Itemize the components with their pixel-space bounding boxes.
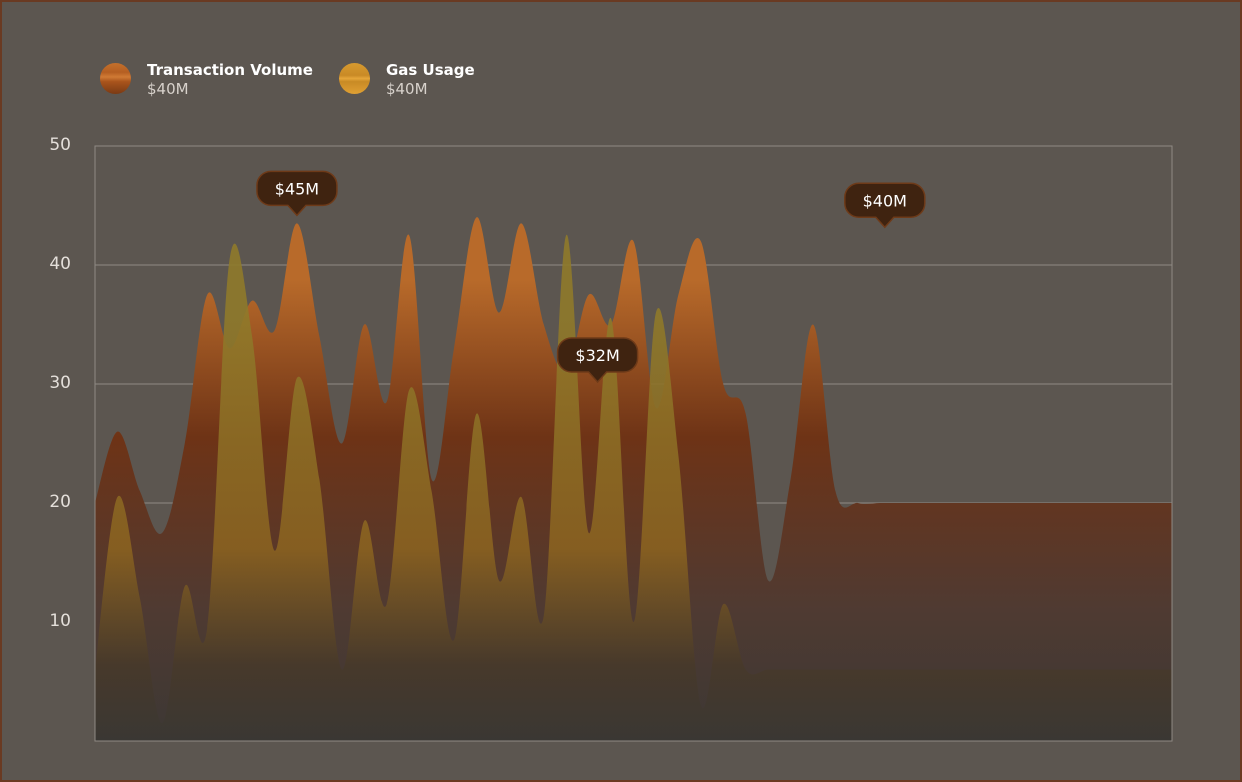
area-chart: 10 20 30 40 50 $45M $32M $40M — [49, 135, 1173, 742]
value-tooltip: $45M — [256, 170, 338, 217]
y-tick-label: 20 — [49, 492, 71, 512]
tooltip-label: $45M — [275, 179, 319, 198]
y-tick-label: 10 — [49, 611, 71, 631]
y-tick-label: 50 — [49, 135, 71, 155]
y-tick-label: 40 — [49, 254, 71, 274]
tooltip-label: $40M — [863, 191, 907, 210]
value-tooltip: $40M — [844, 182, 926, 229]
tooltip-label: $32M — [575, 346, 619, 365]
y-tick-label: 30 — [49, 373, 71, 393]
